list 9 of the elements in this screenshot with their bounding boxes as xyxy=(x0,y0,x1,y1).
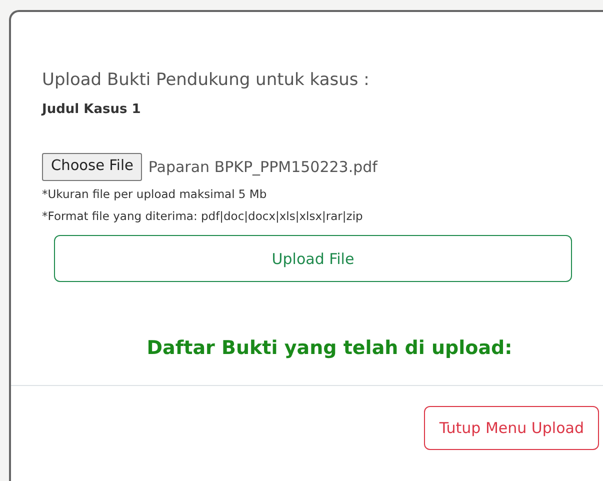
dialog-title: Upload Bukti Pendukung untuk kasus : xyxy=(42,69,370,92)
list-heading: Daftar Bukti yang telah di upload: xyxy=(146,336,514,362)
close-upload-button[interactable]: Tutup Menu Upload xyxy=(424,406,599,450)
hint-text: *Ukuran file per upload maksimal 5 Mb xyxy=(42,186,268,203)
hint-text: *Format file yang diterima: pdf|doc|docx|xls|xlsx|rar|zip xyxy=(42,208,364,225)
upload-file-button[interactable]: Upload File xyxy=(54,235,572,282)
file-name: Paparan BPKP_PPM150223.pdf xyxy=(148,156,378,178)
choose-file-button[interactable]: Choose File xyxy=(42,153,142,181)
case-title: Judul Kasus 1 xyxy=(42,100,142,118)
